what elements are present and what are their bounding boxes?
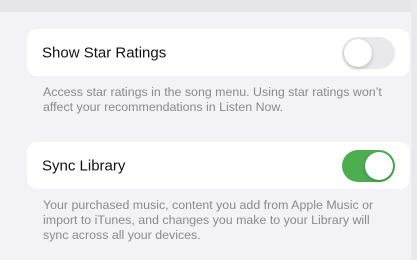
top-divider [0, 0, 417, 12]
sync-library-label: Sync Library [42, 157, 126, 174]
sync-library-toggle[interactable] [342, 149, 395, 182]
show-star-ratings-toggle[interactable] [342, 36, 395, 69]
show-star-ratings-row[interactable]: Show Star Ratings [27, 29, 410, 76]
toggle-knob [344, 38, 372, 67]
sync-library-row[interactable]: Sync Library [27, 142, 410, 189]
toggle-knob [365, 151, 393, 180]
right-edge [411, 0, 417, 260]
show-star-ratings-label: Show Star Ratings [42, 44, 167, 61]
star-ratings-footer: Access star ratings in the song menu. Us… [43, 85, 382, 114]
sync-library-footer: Your purchased music, content you add fr… [43, 198, 374, 242]
